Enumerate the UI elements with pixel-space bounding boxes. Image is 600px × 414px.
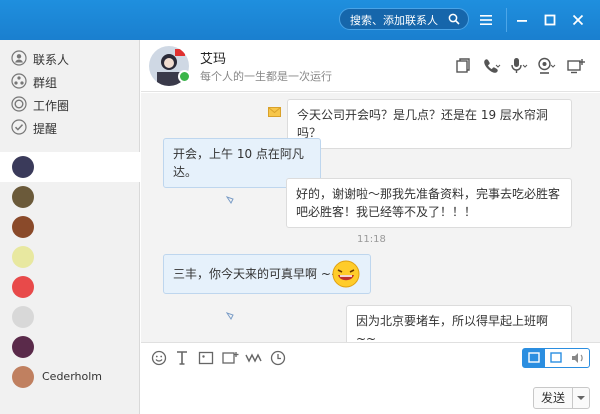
online-status-icon (178, 70, 191, 83)
circle-icon (11, 96, 27, 112)
sidebar: 联系人 群组 工作圈 提醒 Cederholm (0, 40, 140, 414)
send-options-dropdown[interactable] (572, 387, 590, 409)
titlebar-divider (506, 8, 507, 32)
message-text: 开会，上午 10 点在阿凡达。 (173, 147, 304, 179)
avatar (12, 366, 34, 388)
contact-item[interactable] (0, 302, 140, 332)
avatar (12, 306, 34, 328)
microphone-icon[interactable] (509, 57, 529, 75)
read-status-icon (226, 312, 234, 320)
avatar (12, 216, 34, 238)
laughing-emoji-icon (332, 260, 360, 288)
avatar (12, 186, 34, 208)
message-input-area[interactable]: 发送 (141, 342, 600, 414)
input-mode-toggle (522, 348, 590, 368)
contact-item[interactable] (0, 242, 140, 272)
chevron-down-icon (577, 396, 585, 400)
close-icon[interactable] (570, 12, 586, 28)
phone-icon[interactable] (481, 57, 501, 75)
chat-window-icon (528, 352, 540, 363)
avatar (12, 246, 34, 268)
history-icon[interactable] (269, 349, 287, 367)
sidebar-item-label: 群组 (33, 76, 58, 90)
sidebar-item-work-circle[interactable]: 工作圈 (0, 94, 140, 116)
voice-mode-button[interactable] (567, 349, 589, 367)
search-box[interactable]: 搜索、添加联系人 (339, 8, 469, 30)
send-button[interactable]: 发送 (533, 387, 573, 409)
contact-item[interactable] (0, 182, 140, 212)
sidebar-item-groups[interactable]: 群组 (0, 71, 140, 93)
sidebar-item-reminders[interactable]: 提醒 (0, 117, 140, 139)
message-text: 好的，谢谢啦～那我先准备资料，完事去吃必胜客吧必胜客！我已经等不及了！！！ (296, 187, 561, 219)
window-icon (550, 352, 562, 363)
message-bubble-outgoing[interactable]: 好的，谢谢啦～那我先准备资料，完事去吃必胜客吧必胜客！我已经等不及了！！！ (286, 178, 572, 228)
compact-mode-button[interactable] (545, 349, 567, 367)
font-icon[interactable] (173, 349, 191, 367)
sidebar-item-contacts[interactable]: 联系人 (0, 48, 140, 70)
title-bar: 搜索、添加联系人 (0, 0, 600, 40)
contact-item[interactable]: Cederholm (0, 362, 140, 392)
contact-item[interactable] (0, 152, 140, 182)
check-icon (11, 119, 27, 135)
chat-contact-name: 艾玛 (200, 52, 227, 67)
sidebar-item-label: 联系人 (33, 53, 70, 67)
search-input[interactable]: 搜索、添加联系人 (350, 12, 438, 28)
message-area[interactable]: 今天公司开会吗？是几点？还是在 19 层水帘洞吗？ 开会，上午 10 点在阿凡达… (141, 93, 600, 355)
menu-icon[interactable] (478, 12, 494, 28)
emoji-icon[interactable] (150, 349, 168, 367)
message-text: 三丰，你今天来的可真早啊 ~~ (173, 267, 341, 281)
chat-header: 艾玛 每个人的一生都是一次运行 (141, 40, 600, 92)
search-icon[interactable] (448, 13, 460, 25)
webcam-icon[interactable] (537, 57, 557, 75)
screenshot-icon[interactable] (221, 349, 239, 367)
message-text: 今天公司开会吗？是几点？还是在 19 层水帘洞吗？ (297, 108, 548, 140)
contact-item[interactable] (0, 332, 140, 362)
minimize-icon[interactable] (514, 12, 530, 28)
copy-icon[interactable] (453, 57, 473, 75)
text-mode-button[interactable] (523, 349, 545, 367)
sidebar-item-label: 工作圈 (33, 99, 70, 113)
contact-item[interactable] (0, 272, 140, 302)
contact-name: Cederholm (42, 370, 103, 383)
chat-contact-signature: 每个人的一生都是一次运行 (200, 70, 332, 83)
screen-share-icon[interactable] (566, 57, 586, 75)
shake-icon[interactable] (245, 349, 263, 367)
message-bubble-incoming[interactable]: 三丰，你今天来的可真早啊 ~~ (163, 254, 371, 294)
speaker-icon (572, 353, 583, 363)
mail-icon (268, 107, 281, 117)
sidebar-item-label: 提醒 (33, 122, 58, 136)
maximize-icon[interactable] (542, 12, 558, 28)
avatar (12, 336, 34, 358)
read-status-icon (226, 196, 234, 204)
contacts-icon (11, 50, 27, 66)
contact-item[interactable] (0, 212, 140, 242)
avatar (12, 276, 34, 298)
time-divider: 11:18 (357, 234, 386, 245)
image-icon[interactable] (197, 349, 215, 367)
avatar (12, 156, 34, 178)
group-icon (11, 73, 27, 89)
message-bubble-outgoing[interactable]: 今天公司开会吗？是几点？还是在 19 层水帘洞吗？ (287, 99, 572, 149)
